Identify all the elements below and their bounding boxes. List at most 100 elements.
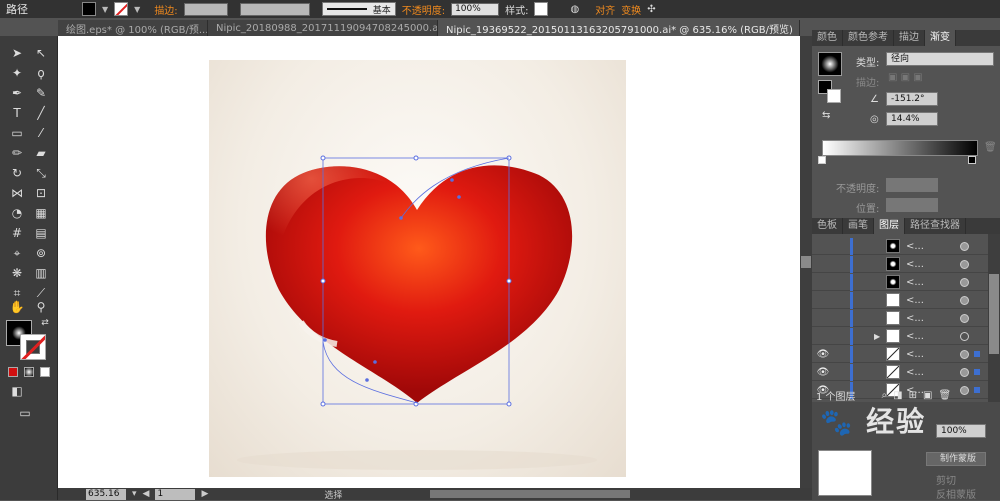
expand-triangle-icon[interactable]: ▶ xyxy=(874,332,880,341)
curvature-tool-icon[interactable]: ✎ xyxy=(32,84,50,102)
gradient-preview[interactable] xyxy=(818,52,842,76)
type-tool-icon[interactable]: T xyxy=(8,104,26,122)
gradient-stop-white[interactable] xyxy=(818,156,826,164)
tab-color-guide[interactable]: 颜色参考 xyxy=(843,30,894,46)
stroke-gradient-icons[interactable]: ▣ ▣ ▣ xyxy=(888,72,923,83)
tab-brushes[interactable]: 画笔 xyxy=(843,218,874,234)
selected-indicator[interactable] xyxy=(974,351,980,357)
tab-document-3[interactable]: Nipic_19369522_20150113163205791000.ai* … xyxy=(438,20,800,36)
new-sublayer-icon[interactable]: ⊞ xyxy=(909,390,917,401)
status-mode-label[interactable]: 选择 xyxy=(324,488,342,501)
tab-gradient[interactable]: 渐变 xyxy=(925,30,956,46)
layer-row[interactable]: <... xyxy=(812,292,988,309)
layer-row[interactable]: 👁 <... xyxy=(812,364,988,381)
pencil-icon[interactable]: ✏ xyxy=(8,144,26,162)
invert-mask-checkbox-label[interactable]: 反相蒙版 xyxy=(936,486,976,501)
selection-handle[interactable] xyxy=(320,278,326,284)
artboard-number-field[interactable]: 1 xyxy=(155,488,196,500)
trash-icon[interactable]: 🗑 xyxy=(938,390,951,401)
target-icon[interactable] xyxy=(960,277,969,287)
transform-link[interactable]: 变换 xyxy=(621,2,641,17)
layers-scrollbar[interactable] xyxy=(988,234,1000,414)
zoom-field[interactable]: 635.16 xyxy=(86,488,126,500)
tab-layers[interactable]: 图层 xyxy=(874,218,905,234)
layer-name[interactable]: <... xyxy=(906,331,924,342)
canvas[interactable] xyxy=(58,36,800,488)
clip-checkbox-label[interactable]: 剪切 xyxy=(936,472,956,487)
tab-pathfinder[interactable]: 路径查找器 xyxy=(905,218,966,234)
paintbrush-icon[interactable]: ⁄ xyxy=(32,124,50,142)
eye-icon[interactable]: 👁 xyxy=(816,349,830,360)
gradient-aspect-field[interactable]: 14.4% xyxy=(886,112,938,126)
reverse-gradient-icon[interactable]: ⇆ xyxy=(822,110,830,121)
width-tool-icon[interactable]: ⋈ xyxy=(8,184,26,202)
layer-name[interactable]: <... xyxy=(906,367,924,378)
shape-builder-icon[interactable]: ◔ xyxy=(8,204,26,222)
scrollbar-thumb[interactable] xyxy=(989,274,999,354)
selection-handle[interactable] xyxy=(320,155,326,161)
layer-row[interactable]: <... xyxy=(812,238,988,255)
draw-mode-icon[interactable]: ◧ xyxy=(8,382,26,400)
target-icon[interactable] xyxy=(960,331,969,341)
layer-name[interactable]: <... xyxy=(906,259,924,270)
horizontal-scrollbar[interactable] xyxy=(430,490,630,498)
heart-shape[interactable] xyxy=(265,165,573,403)
target-icon[interactable] xyxy=(960,367,969,377)
layer-row[interactable]: <... xyxy=(812,274,988,291)
selection-handle[interactable] xyxy=(506,278,512,284)
gradient-type-select[interactable]: 径向 xyxy=(886,52,994,66)
anchor-point[interactable] xyxy=(399,216,403,220)
gradient-angle-field[interactable]: -151.2° xyxy=(886,92,938,106)
prev-artboard-icon[interactable]: ◀ xyxy=(143,489,150,499)
stroke-color-box[interactable] xyxy=(20,334,46,360)
layer-name[interactable]: <... xyxy=(906,313,924,324)
brush-definition[interactable]: 基本 xyxy=(321,2,396,16)
perspective-grid-icon[interactable]: ▦ xyxy=(32,204,50,222)
target-icon[interactable] xyxy=(960,313,969,323)
free-transform-icon[interactable]: ⊡ xyxy=(32,184,50,202)
fill-stroke-mini[interactable] xyxy=(818,80,842,104)
swap-fill-stroke-icon[interactable]: ⇄ xyxy=(36,314,54,332)
layer-row[interactable]: <... xyxy=(812,310,988,327)
layer-name[interactable]: <... xyxy=(906,277,924,288)
selection-handle[interactable] xyxy=(320,401,326,407)
layer-name[interactable]: <... xyxy=(906,349,924,360)
tab-swatches[interactable]: 色板 xyxy=(812,218,843,234)
anchor-point[interactable] xyxy=(365,378,369,382)
eraser-icon[interactable]: ▰ xyxy=(32,144,50,162)
rectangle-tool-icon[interactable]: ▭ xyxy=(8,124,26,142)
lasso-icon[interactable]: ϙ xyxy=(32,64,50,82)
target-icon[interactable] xyxy=(960,259,969,269)
direct-selection-tool-icon[interactable]: ↖ xyxy=(32,44,50,62)
graph-tool-icon[interactable]: ▥ xyxy=(32,264,50,282)
target-icon[interactable] xyxy=(960,349,969,359)
fill-swatch[interactable] xyxy=(82,2,96,16)
selection-tool-icon[interactable]: ➤ xyxy=(8,44,26,62)
layer-name[interactable]: <... xyxy=(906,241,924,252)
chevron-down-icon[interactable]: ▼ xyxy=(102,5,108,14)
chevron-down-icon[interactable]: ▼ xyxy=(134,5,140,14)
heart-artwork[interactable] xyxy=(209,60,626,477)
stroke-swatch[interactable] xyxy=(114,2,129,16)
eyedropper-icon[interactable]: ⌖ xyxy=(8,244,26,262)
tab-stroke[interactable]: 描边 xyxy=(894,30,925,46)
rotate-tool-icon[interactable]: ↻ xyxy=(8,164,26,182)
layer-row[interactable]: <... xyxy=(812,256,988,273)
scale-tool-icon[interactable]: ⤡ xyxy=(32,164,50,182)
variable-width-field[interactable] xyxy=(239,2,310,16)
next-artboard-icon[interactable]: ▶ xyxy=(201,489,208,499)
anchor-point[interactable] xyxy=(457,195,461,199)
selection-handle[interactable] xyxy=(506,401,512,407)
stroke-weight-field[interactable] xyxy=(183,2,228,16)
none-mode-icon[interactable] xyxy=(36,364,54,382)
tab-document-1[interactable]: 绘图.eps* @ 100% (RGB/预... × xyxy=(58,20,208,36)
selection-handle[interactable] xyxy=(413,155,419,161)
align-link[interactable]: 对齐 xyxy=(595,2,615,17)
scrollbar-thumb[interactable] xyxy=(801,256,811,268)
layer-row[interactable]: 👁 <... xyxy=(812,346,988,363)
anchor-point[interactable] xyxy=(450,178,454,182)
gradient-tool-icon[interactable]: ▤ xyxy=(32,224,50,242)
pen-tool-icon[interactable]: ✒ xyxy=(8,84,26,102)
locate-object-icon[interactable]: ⌕ xyxy=(882,390,888,401)
trash-icon[interactable]: 🗑 xyxy=(984,142,997,153)
